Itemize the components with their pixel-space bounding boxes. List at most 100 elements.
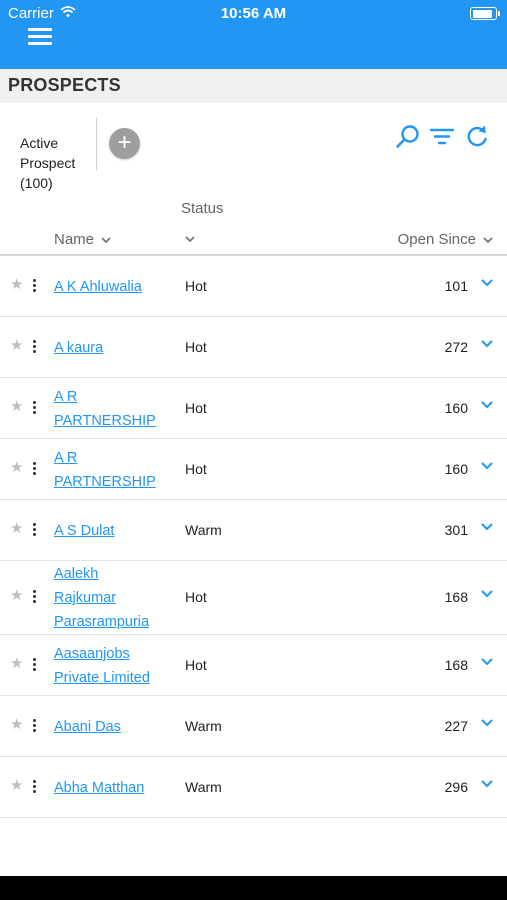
chevron-down-icon[interactable] bbox=[480, 585, 494, 603]
star-icon[interactable]: ★ bbox=[10, 519, 23, 537]
star-icon[interactable]: ★ bbox=[10, 397, 23, 415]
more-vertical-icon[interactable] bbox=[33, 339, 37, 355]
chevron-down-icon bbox=[100, 231, 112, 248]
page-title-band: PROSPECTS bbox=[0, 69, 507, 103]
more-vertical-icon[interactable] bbox=[33, 522, 37, 538]
prospect-name-line: A R bbox=[54, 388, 78, 405]
active-label-line-3: (100) bbox=[20, 175, 53, 191]
prospect-name-line: Abani Das bbox=[54, 718, 121, 735]
more-vertical-icon[interactable] bbox=[33, 657, 37, 673]
prospect-name-line: Parasrampuria bbox=[54, 614, 150, 630]
table-row[interactable]: ★ A S Dulat Warm 301 bbox=[0, 500, 507, 561]
table-row[interactable]: ★ Aasaanjobs Private Limited Hot 168 bbox=[0, 635, 507, 696]
star-icon[interactable]: ★ bbox=[10, 776, 23, 794]
more-vertical-icon[interactable] bbox=[33, 400, 37, 416]
prospect-name-line: Private Limited bbox=[54, 669, 150, 686]
prospect-name-link[interactable]: Aasaanjobs Private Limited bbox=[54, 642, 174, 690]
table-row[interactable]: ★ A R PARTNERSHIP Hot 160 bbox=[0, 439, 507, 500]
menu-icon[interactable] bbox=[28, 28, 52, 46]
table-row[interactable]: ★ A K Ahluwalia Hot 101 bbox=[0, 256, 507, 317]
prospect-name-line: Abha Matthan bbox=[54, 779, 145, 796]
chevron-down-icon[interactable] bbox=[480, 775, 494, 793]
more-vertical-icon[interactable] bbox=[33, 461, 37, 477]
prospect-open-since: 168 bbox=[444, 656, 468, 673]
chevron-down-icon[interactable] bbox=[480, 274, 494, 292]
chevron-down-icon bbox=[482, 231, 494, 248]
chevron-down-icon[interactable] bbox=[480, 396, 494, 414]
column-name-label: Name bbox=[54, 231, 95, 248]
star-icon[interactable]: ★ bbox=[10, 275, 23, 293]
star-icon[interactable]: ★ bbox=[10, 586, 23, 604]
prospect-name-link[interactable]: Aalekh Rajkumar Parasrampuria bbox=[54, 562, 174, 634]
prospect-name-line: PARTNERSHIP bbox=[54, 473, 156, 490]
prospect-open-since: 101 bbox=[444, 277, 468, 294]
status-time: 10:56 AM bbox=[220, 5, 287, 22]
chevron-down-icon[interactable] bbox=[480, 518, 494, 536]
refresh-icon[interactable] bbox=[464, 124, 490, 150]
column-name-header[interactable]: Name bbox=[54, 231, 112, 248]
prospect-status: Hot bbox=[185, 589, 207, 605]
search-icon[interactable] bbox=[395, 124, 421, 150]
prospect-name-link[interactable]: A R PARTNERSHIP bbox=[54, 385, 174, 433]
prospect-status: Warm bbox=[185, 521, 222, 538]
toolbar-divider bbox=[96, 118, 97, 170]
prospect-status: Hot bbox=[185, 277, 207, 294]
prospect-name-link[interactable]: A S Dulat bbox=[54, 519, 174, 543]
prospect-open-since: 272 bbox=[444, 338, 468, 355]
prospect-name-line: PARTNERSHIP bbox=[54, 412, 156, 429]
more-vertical-icon[interactable] bbox=[33, 590, 37, 605]
filter-icon[interactable] bbox=[429, 124, 455, 150]
prospect-open-since: 160 bbox=[444, 399, 468, 416]
star-icon[interactable]: ★ bbox=[10, 458, 23, 476]
app-header: Carrier 10:56 AM bbox=[0, 0, 507, 69]
chevron-down-icon[interactable] bbox=[480, 335, 494, 353]
column-open-since-header[interactable]: Open Since bbox=[398, 231, 494, 248]
star-icon[interactable]: ★ bbox=[10, 715, 23, 733]
star-icon[interactable]: ★ bbox=[10, 336, 23, 354]
table-row[interactable]: ★ Abani Das Warm 227 bbox=[0, 696, 507, 757]
add-prospect-button[interactable]: + bbox=[109, 128, 140, 159]
prospect-open-since: 296 bbox=[444, 778, 468, 795]
home-indicator-bar bbox=[0, 876, 507, 900]
active-label-line-2: Prospect bbox=[20, 155, 76, 171]
prospect-name-line: A kaura bbox=[54, 339, 104, 356]
prospect-name-link[interactable]: A K Ahluwalia bbox=[54, 275, 174, 299]
prospect-name-link[interactable]: A R PARTNERSHIP bbox=[54, 446, 174, 494]
table-row[interactable]: ★ A kaura Hot 272 bbox=[0, 317, 507, 378]
prospect-open-since: 227 bbox=[444, 717, 468, 734]
column-open-since-label: Open Since bbox=[397, 231, 476, 248]
more-vertical-icon[interactable] bbox=[33, 278, 37, 294]
battery-icon bbox=[470, 7, 500, 20]
prospect-name-line: A S Dulat bbox=[54, 522, 115, 539]
prospect-name-link[interactable]: Abha Matthan bbox=[54, 776, 174, 800]
prospect-open-since: 168 bbox=[444, 589, 468, 605]
prospect-name-line: Rajkumar bbox=[54, 590, 117, 606]
prospect-name-line: Aalekh bbox=[54, 566, 99, 582]
chevron-down-icon[interactable] bbox=[480, 653, 494, 671]
prospect-open-since: 301 bbox=[444, 521, 468, 538]
prospect-name-line: A K Ahluwalia bbox=[54, 278, 142, 295]
prospect-list: ★ A K Ahluwalia Hot 101 ★ A kaura Hot 272 ★ A R PA… bbox=[0, 256, 507, 818]
table-row[interactable]: ★ Abha Matthan Warm 296 bbox=[0, 757, 507, 818]
prospect-name-line: A R bbox=[54, 449, 78, 466]
page-title: PROSPECTS bbox=[8, 75, 121, 95]
prospect-name-link[interactable]: Abani Das bbox=[54, 715, 174, 739]
column-status-label: Status bbox=[181, 200, 224, 217]
chevron-down-icon[interactable] bbox=[480, 714, 494, 732]
prospect-name-link[interactable]: A kaura bbox=[54, 336, 174, 360]
prospect-status: Hot bbox=[185, 460, 207, 477]
chevron-down-icon[interactable] bbox=[480, 457, 494, 475]
prospect-status: Hot bbox=[185, 338, 207, 355]
active-label-line-1: Active bbox=[20, 135, 59, 151]
more-vertical-icon[interactable] bbox=[33, 718, 37, 734]
more-vertical-icon[interactable] bbox=[33, 779, 37, 795]
chevron-down-icon[interactable] bbox=[184, 230, 196, 248]
prospect-name-line: Aasaanjobs bbox=[54, 645, 130, 662]
prospect-status: Hot bbox=[185, 399, 207, 416]
prospect-status: Hot bbox=[185, 656, 207, 673]
prospect-status: Warm bbox=[185, 778, 222, 795]
star-icon[interactable]: ★ bbox=[10, 654, 23, 672]
table-row[interactable]: ★ Aalekh Rajkumar Parasrampuria Hot 168 bbox=[0, 561, 507, 635]
table-row[interactable]: ★ A R PARTNERSHIP Hot 160 bbox=[0, 378, 507, 439]
prospect-open-since: 160 bbox=[444, 460, 468, 477]
